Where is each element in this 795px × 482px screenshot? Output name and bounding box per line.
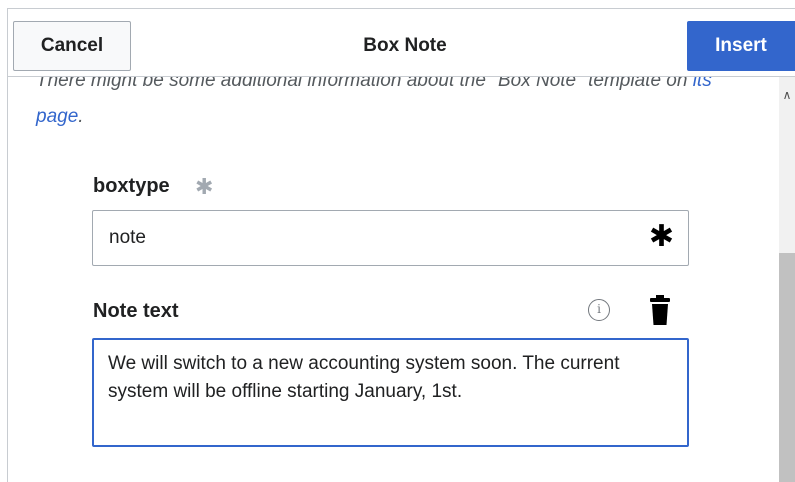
note-text-value: We will switch to a new accounting syste… bbox=[108, 353, 620, 402]
dialog-content: There might be some additional informati… bbox=[8, 77, 779, 482]
dialog-title: Box Note bbox=[363, 35, 447, 56]
template-info-text: There might be some additional informati… bbox=[36, 77, 716, 135]
content-scrollbar[interactable]: ∧ bbox=[779, 77, 795, 482]
template-info-prefix: There might be some additional informati… bbox=[36, 77, 693, 91]
boxtype-input-value: note bbox=[109, 227, 146, 248]
template-info-suffix: . bbox=[78, 106, 84, 127]
cancel-button[interactable]: Cancel bbox=[13, 21, 131, 71]
required-asterisk-icon: ✱ bbox=[648, 220, 674, 253]
note-text-textarea[interactable]: We will switch to a new accounting syste… bbox=[92, 338, 689, 447]
template-dialog: Cancel Box Note Insert There might be so… bbox=[0, 0, 795, 482]
note-text-label: Note text bbox=[93, 300, 179, 322]
required-asterisk-icon: ✱ bbox=[195, 174, 214, 199]
info-circle-icon[interactable]: i bbox=[588, 299, 610, 321]
insert-button[interactable]: Insert bbox=[687, 21, 795, 71]
chevron-up-icon[interactable]: ∧ bbox=[779, 85, 795, 105]
boxtype-input[interactable]: note ✱ bbox=[92, 210, 689, 266]
boxtype-label: boxtype bbox=[93, 175, 170, 197]
scrollbar-thumb[interactable] bbox=[779, 253, 795, 482]
trash-icon[interactable] bbox=[650, 295, 670, 325]
